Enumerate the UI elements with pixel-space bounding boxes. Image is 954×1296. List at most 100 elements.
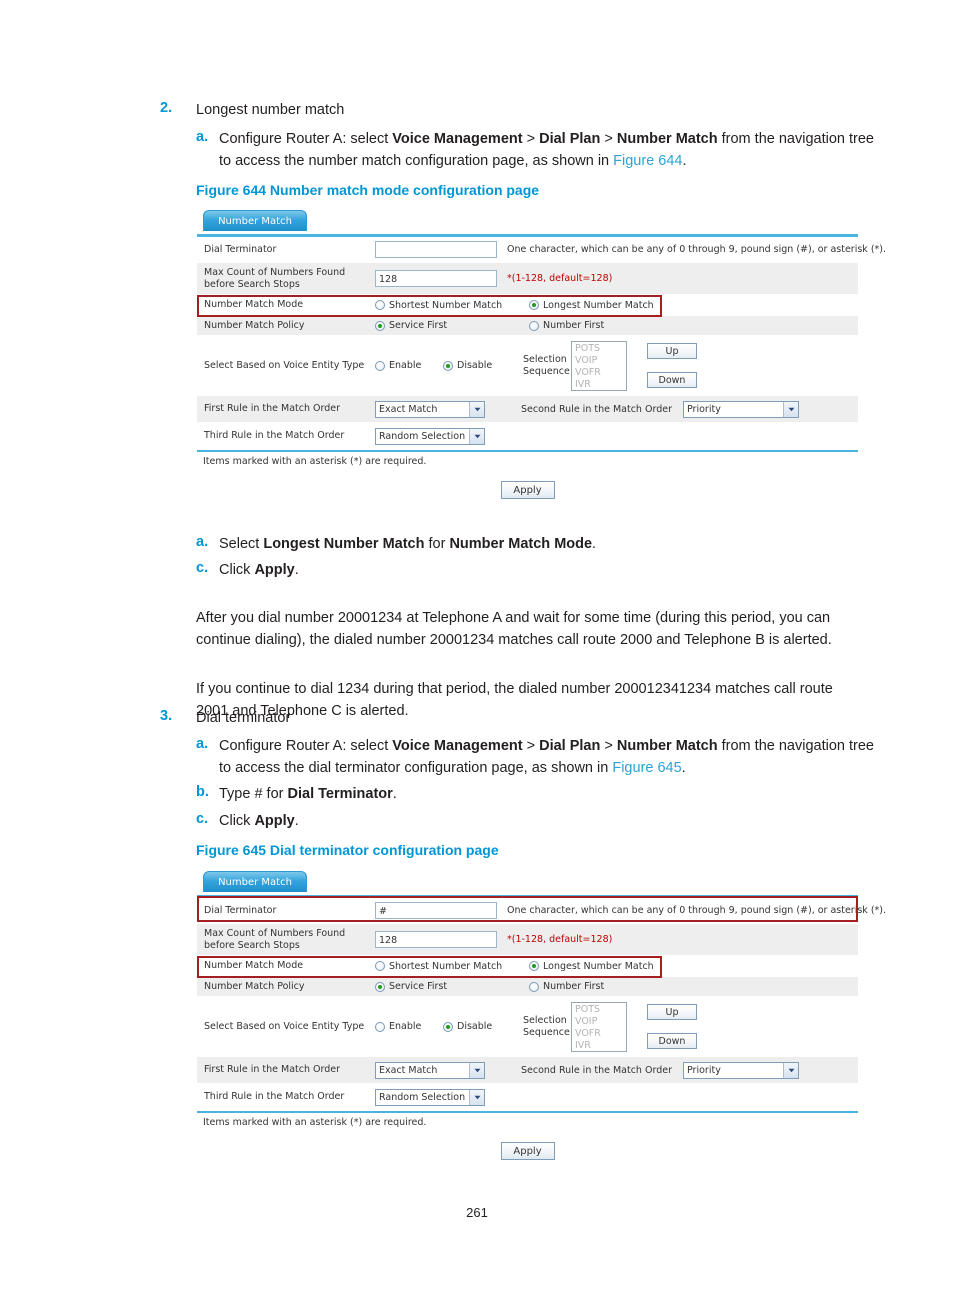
radio-label-longest-644: Longest Number Match (543, 299, 654, 311)
step-2b-label: a. (196, 534, 209, 550)
select-first-rule-645[interactable]: Exact Match (375, 1061, 485, 1079)
chevron-down-icon-third-rule-644[interactable] (469, 428, 484, 444)
label-third-rule-645: Third Rule in the Match Order (204, 1091, 345, 1102)
row-number-match-policy-645: Number Match Policy Service First Number… (197, 977, 858, 997)
button-up-644[interactable]: Up (647, 343, 697, 359)
cell-sequence-buttons-644: Up Down (633, 336, 703, 395)
radio-icon-longest-645[interactable] (529, 961, 539, 971)
select-second-rule-644[interactable]: Priority (683, 400, 799, 418)
radio-enable-645[interactable]: Enable (375, 997, 443, 1056)
cell-first-rule-select-645: Exact Match (375, 1057, 521, 1083)
input-max-count-645[interactable]: 128 (375, 931, 497, 948)
select-second-rule-645[interactable]: Priority (683, 1061, 799, 1079)
tab-number-match-644[interactable]: Number Match (203, 210, 307, 231)
listbox-item-ivr-645[interactable]: IVR (575, 1040, 623, 1051)
button-up-645[interactable]: Up (647, 1004, 697, 1020)
step-2c-label: c. (196, 560, 209, 576)
button-down-645[interactable]: Down (647, 1033, 697, 1049)
radio-disable-644[interactable]: Disable (443, 336, 523, 395)
radio-icon-longest-644[interactable] (529, 300, 539, 310)
listbox-item-voip-644[interactable]: VOIP (575, 355, 623, 367)
input-dial-terminator-644[interactable] (375, 241, 497, 258)
label-second-rule-645: Second Rule in the Match Order (521, 1064, 672, 1076)
step-2a-sep2: > (600, 131, 617, 147)
radio-label-service-first-645: Service First (389, 981, 448, 992)
step-2-number: 2. (160, 100, 173, 116)
button-down-644[interactable]: Down (647, 372, 697, 388)
listbox-item-ivr-644[interactable]: IVR (575, 379, 623, 390)
tabbar-644: Number Match (197, 208, 858, 237)
chevron-down-icon-first-rule-644[interactable] (469, 401, 484, 417)
figure-645-screenshot: Number Match Dial Terminator # One chara… (197, 869, 886, 1168)
form-body-645: Dial Terminator # One character, which c… (197, 898, 886, 1168)
radio-service-first-644[interactable]: Service First (375, 316, 521, 335)
chevron-down-icon-second-rule-645[interactable] (783, 1062, 798, 1078)
listbox-item-vofr-645[interactable]: VOFR (575, 1028, 623, 1040)
radio-disable-645[interactable]: Disable (443, 997, 523, 1056)
cell-spacer-644 (703, 336, 858, 395)
label-number-match-mode-644: Number Match Mode (204, 299, 304, 310)
step-2c-bold-apply: Apply (254, 562, 295, 578)
chevron-down-icon-first-rule-645[interactable] (469, 1062, 484, 1078)
radio-icon-disable-645[interactable] (443, 1021, 453, 1032)
step-2a-pre: Configure Router A: select (219, 131, 393, 147)
select-third-rule-645[interactable]: Random Selection (375, 1088, 485, 1106)
cell-max-count-input-644: 128 (375, 268, 497, 289)
listbox-item-pots-644[interactable]: POTS (575, 343, 623, 355)
figure-644-crossref[interactable]: Figure 644 (613, 153, 682, 169)
tab-number-match-645[interactable]: Number Match (203, 871, 307, 892)
radio-icon-service-first-645[interactable] (375, 981, 385, 992)
radio-icon-shortest-644[interactable] (375, 300, 385, 310)
label-first-rule-645: First Rule in the Match Order (204, 1064, 341, 1075)
radio-icon-enable-644[interactable] (375, 360, 385, 371)
radio-shortest-645[interactable]: Shortest Number Match (375, 956, 521, 976)
radio-service-first-645[interactable]: Service First (375, 977, 521, 996)
tabbar-645: Number Match (197, 869, 858, 898)
step-3a-end: . (681, 759, 686, 776)
label-number-match-policy-645: Number Match Policy (204, 980, 305, 992)
select-third-rule-value-645: Random Selection (379, 1091, 466, 1103)
listbox-item-pots-645[interactable]: POTS (575, 1004, 623, 1016)
step-3-title: Dial terminator (196, 710, 291, 726)
apply-button-645[interactable]: Apply (500, 1142, 555, 1160)
footer-note-645: Items marked with an asterisk (*) are re… (197, 1111, 858, 1132)
radio-icon-number-first-644[interactable] (529, 320, 539, 331)
cell-first-rule-select-644: Exact Match (375, 396, 521, 422)
row-max-count-644: Max Count of Numbers Found before Search… (197, 263, 858, 295)
radio-longest-644[interactable]: Longest Number Match (521, 295, 858, 315)
radio-icon-number-first-645[interactable] (529, 981, 539, 992)
listbox-item-voip-645[interactable]: VOIP (575, 1016, 623, 1028)
radio-shortest-644[interactable]: Shortest Number Match (375, 295, 521, 315)
radio-icon-enable-645[interactable] (375, 1021, 385, 1032)
row-max-count-645: Max Count of Numbers Found before Search… (197, 924, 858, 956)
radio-label-longest-645: Longest Number Match (543, 960, 654, 972)
chevron-down-icon-third-rule-645[interactable] (469, 1089, 484, 1105)
chevron-down-icon-second-rule-644[interactable] (783, 401, 798, 417)
step-3b-label: b. (196, 784, 209, 800)
listbox-selection-sequence-644[interactable]: POTS VOIP VOFR IVR (571, 340, 627, 391)
select-third-rule-644[interactable]: Random Selection (375, 427, 485, 445)
input-max-count-644[interactable]: 128 (375, 270, 497, 287)
radio-icon-shortest-645[interactable] (375, 961, 385, 971)
radio-icon-service-first-644[interactable] (375, 320, 385, 331)
cell-max-count-input-645: 128 (375, 929, 497, 950)
radio-longest-645[interactable]: Longest Number Match (521, 956, 858, 976)
radio-enable-644[interactable]: Enable (375, 336, 443, 395)
step-3a-pre: Configure Router A: select (219, 738, 393, 754)
figure-645-crossref[interactable]: Figure 645 (612, 760, 681, 776)
apply-button-644[interactable]: Apply (500, 481, 555, 499)
label-voice-entity-type-644: Select Based on Voice Entity Type (204, 359, 365, 371)
paragraph-1: After you dial number 20001234 at Teleph… (196, 610, 832, 648)
input-dial-terminator-645[interactable]: # (375, 902, 497, 919)
radio-icon-disable-644[interactable] (443, 360, 453, 371)
listbox-item-vofr-644[interactable]: VOFR (575, 367, 623, 379)
select-first-rule-644[interactable]: Exact Match (375, 400, 485, 418)
step-2b-bold-2: Number Match Mode (449, 536, 593, 552)
step-3c-label: c. (196, 811, 209, 827)
listbox-selection-sequence-645[interactable]: POTS VOIP VOFR IVR (571, 1001, 627, 1052)
radio-label-enable-644: Enable (389, 360, 422, 371)
cell-spacer2-644 (521, 423, 858, 449)
label-dial-terminator-644: Dial Terminator (204, 243, 277, 255)
radio-number-first-645[interactable]: Number First (521, 977, 858, 996)
radio-number-first-644[interactable]: Number First (521, 316, 858, 335)
